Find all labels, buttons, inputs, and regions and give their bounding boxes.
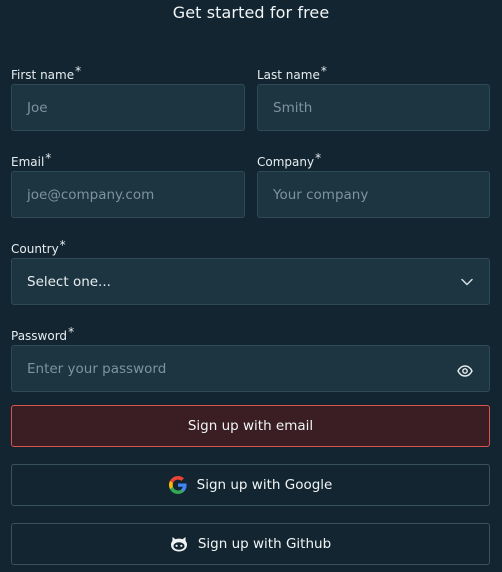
sign-up-github-label: Sign up with Github xyxy=(197,536,332,552)
company-field: Company* Your company xyxy=(257,150,490,218)
password-label: Password xyxy=(11,329,68,343)
google-icon xyxy=(168,476,187,494)
password-input[interactable]: Enter your password xyxy=(11,345,490,392)
required-marker: * xyxy=(315,151,322,165)
eye-icon[interactable] xyxy=(457,364,473,377)
company-placeholder: Your company xyxy=(273,186,369,203)
password-placeholder: Enter your password xyxy=(27,360,167,377)
first-name-input[interactable]: Joe xyxy=(11,84,245,131)
sign-up-google-label: Sign up with Google xyxy=(196,477,333,493)
country-select[interactable]: Select one... xyxy=(11,258,490,305)
required-marker: * xyxy=(59,238,66,252)
sign-up-google-button[interactable]: Sign up with Google xyxy=(11,464,490,506)
last-name-label: Last name xyxy=(257,68,320,82)
page-title: Get started for free xyxy=(172,3,330,22)
required-marker: * xyxy=(320,64,327,78)
github-icon xyxy=(170,535,188,553)
first-name-label: First name xyxy=(11,68,75,82)
country-field: Country* Select one... xyxy=(11,237,490,305)
required-marker: * xyxy=(45,151,52,165)
email-field: Email* joe@company.com xyxy=(11,150,245,218)
first-name-field: First name* Joe xyxy=(11,63,245,131)
signup-page: Get started for free First name* Joe Las… xyxy=(0,0,502,572)
required-marker: * xyxy=(68,325,75,339)
company-input[interactable]: Your company xyxy=(257,171,490,218)
password-field: Password* Enter your password xyxy=(11,324,490,392)
required-marker: * xyxy=(75,64,82,78)
country-selected-value: Select one... xyxy=(27,273,111,290)
sign-up-email-button[interactable]: Sign up with email xyxy=(11,405,490,447)
email-label: Email xyxy=(11,155,45,169)
chevron-down-icon xyxy=(461,278,473,286)
country-label: Country xyxy=(11,242,59,256)
last-name-input[interactable]: Smith xyxy=(257,84,490,131)
email-placeholder: joe@company.com xyxy=(27,186,155,203)
last-name-placeholder: Smith xyxy=(273,99,313,116)
email-input[interactable]: joe@company.com xyxy=(11,171,245,218)
last-name-field: Last name* Smith xyxy=(257,63,490,131)
first-name-placeholder: Joe xyxy=(27,99,48,116)
sign-up-email-label: Sign up with email xyxy=(187,418,314,434)
company-label: Company xyxy=(257,155,315,169)
sign-up-github-button[interactable]: Sign up with Github xyxy=(11,523,490,565)
